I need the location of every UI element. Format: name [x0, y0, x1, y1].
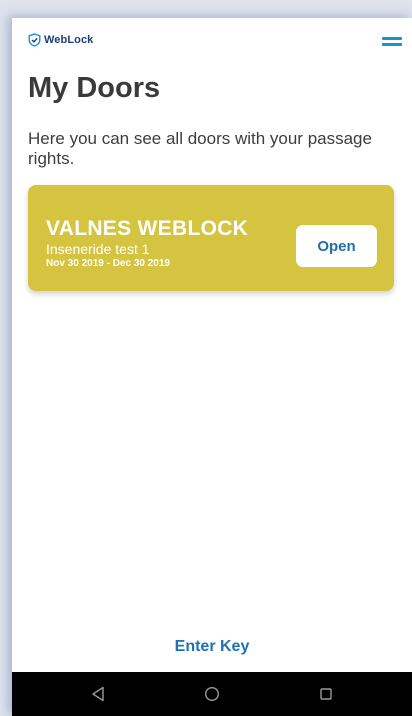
top-bar: WebLock: [12, 18, 412, 64]
recents-square-icon: [319, 687, 333, 701]
recents-button[interactable]: [296, 672, 356, 716]
door-validity-dates: Nov 30 2019 - Dec 30 2019: [46, 258, 170, 269]
door-name: VALNES WEBLOCK: [46, 217, 249, 240]
back-triangle-icon: [91, 686, 105, 702]
logo-text: WebLock: [44, 34, 94, 46]
system-navigation-bar: [12, 672, 412, 716]
home-button[interactable]: [182, 672, 242, 716]
app-screen: WebLock My Doors Here you can see all do…: [12, 18, 412, 716]
back-button[interactable]: [68, 672, 128, 716]
weblock-logo: WebLock: [28, 33, 93, 47]
page-intro-text: Here you can see all doors with your pas…: [28, 129, 372, 168]
door-card: VALNES WEBLOCK Inseneride test 1 Nov 30 …: [28, 185, 394, 291]
home-circle-icon: [204, 686, 220, 702]
hamburger-menu-icon[interactable]: [382, 35, 402, 48]
door-subtitle: Inseneride test 1: [46, 241, 150, 257]
open-door-button[interactable]: Open: [296, 225, 377, 267]
enter-key-link[interactable]: Enter Key: [12, 638, 412, 656]
page-title: My Doors: [28, 72, 161, 104]
shield-check-icon: [28, 33, 41, 47]
